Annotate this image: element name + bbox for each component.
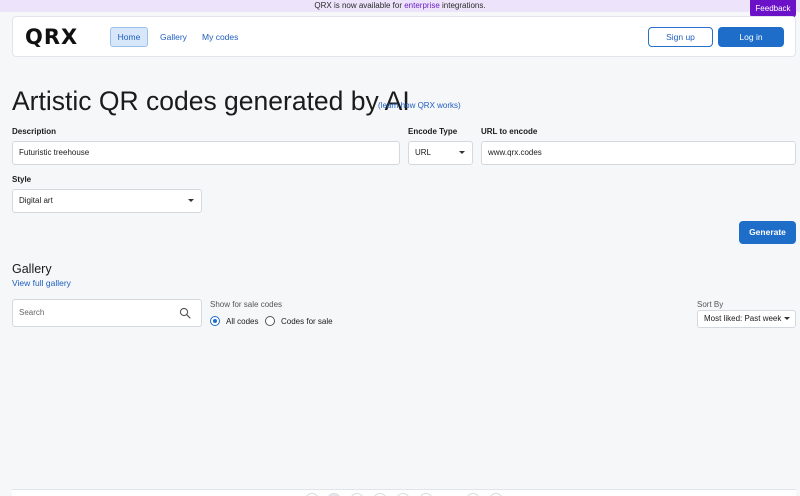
- description-input[interactable]: Futuristic treehouse: [12, 141, 400, 165]
- sort-by-label: Sort By: [697, 300, 724, 309]
- gallery-heading: Gallery: [12, 262, 52, 276]
- log-in-button[interactable]: Log in: [718, 27, 784, 47]
- view-full-gallery-link[interactable]: View full gallery: [12, 278, 71, 289]
- url-input[interactable]: www.qrx.codes: [481, 141, 796, 165]
- encode-type-label: Encode Type: [408, 127, 458, 136]
- search-icon[interactable]: [179, 307, 191, 319]
- page-title: Artistic QR codes generated by AI: [12, 86, 410, 116]
- url-label: URL to encode: [481, 127, 538, 136]
- announcement-text-suffix: integrations.: [439, 1, 486, 10]
- style-select[interactable]: Digital art: [12, 189, 202, 213]
- top-navigation-bar: QRX Home Gallery My codes Sign up Log in: [12, 16, 796, 57]
- chevron-down-icon: [459, 151, 465, 154]
- show-for-sale-label: Show for sale codes: [210, 300, 283, 309]
- chevron-down-icon: [784, 317, 790, 320]
- search-input[interactable]: Search: [12, 299, 202, 327]
- qrx-logo[interactable]: QRX: [25, 27, 78, 48]
- search-placeholder: Search: [19, 308, 45, 317]
- announcement-bar: QRX is now available for enterprise inte…: [0, 0, 800, 12]
- style-value: Digital art: [19, 196, 53, 205]
- chevron-down-icon: [188, 199, 194, 202]
- nav-home[interactable]: Home: [110, 27, 148, 47]
- codes-for-sale-radio[interactable]: [265, 316, 275, 326]
- description-label: Description: [12, 127, 57, 136]
- generate-button[interactable]: Generate: [739, 221, 796, 244]
- style-label: Style: [12, 175, 32, 184]
- learn-how-link[interactable]: (learn how QRX works): [378, 100, 461, 112]
- all-codes-radio[interactable]: [210, 316, 220, 326]
- enterprise-link[interactable]: enterprise: [404, 1, 440, 10]
- encode-type-select[interactable]: URL: [408, 141, 473, 165]
- codes-for-sale-label[interactable]: Codes for sale: [281, 316, 333, 327]
- sign-up-button[interactable]: Sign up: [648, 27, 713, 47]
- sort-by-value: Most liked: Past week: [704, 314, 782, 323]
- nav-my-codes[interactable]: My codes: [202, 27, 238, 47]
- sort-by-select[interactable]: Most liked: Past week: [697, 310, 796, 328]
- encode-type-value: URL: [415, 148, 432, 157]
- announcement-text-prefix: QRX is now available for: [314, 1, 405, 10]
- nav-gallery[interactable]: Gallery: [160, 27, 187, 47]
- all-codes-label[interactable]: All codes: [226, 316, 258, 327]
